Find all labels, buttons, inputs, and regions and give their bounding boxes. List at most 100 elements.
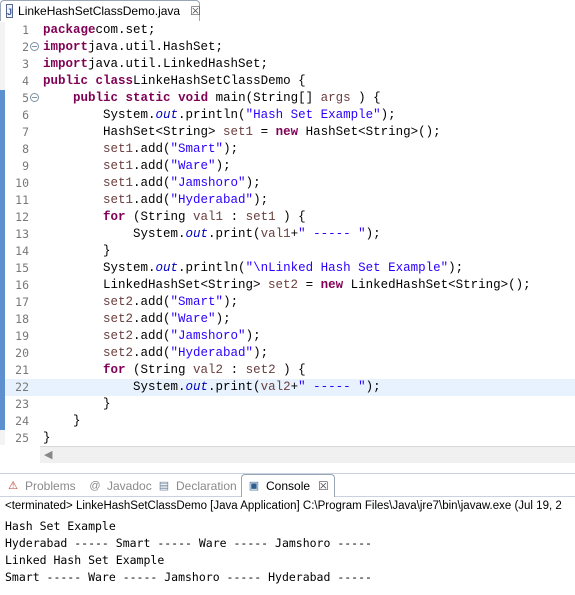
console-icon: ▣ xyxy=(248,480,260,492)
code-line[interactable]: 11 set1.add("Hyderabad"); xyxy=(5,192,575,209)
code-token: import xyxy=(43,57,89,71)
code-token: val1 xyxy=(193,210,224,224)
code-token: .add( xyxy=(133,142,171,156)
fold-toggle-icon[interactable]: − xyxy=(30,93,39,102)
code-token: set1 xyxy=(103,142,134,156)
code-token: ); xyxy=(380,108,396,122)
code-token: .add( xyxy=(133,193,171,207)
line-number: 10 xyxy=(15,176,29,190)
code-text: } xyxy=(43,430,51,447)
console-output[interactable]: Hash Set Example Hyderabad ----- Smart --… xyxy=(0,516,575,595)
code-line[interactable]: 17 set2.add("Smart"); xyxy=(5,294,575,311)
code-line[interactable]: 13 System.out.print(val1+" ----- "); xyxy=(5,226,575,243)
console-output-line: Hyderabad ----- Smart ----- Ware ----- J… xyxy=(5,536,372,550)
code-token: out xyxy=(155,261,179,275)
code-line[interactable]: 2− importjava.util.HashSet; xyxy=(5,39,575,56)
horizontal-scrollbar[interactable]: ◀ xyxy=(40,446,575,464)
fold-toggle-icon[interactable]: − xyxy=(30,42,39,51)
code-line[interactable]: 21 for (String val2 : set2 ) { xyxy=(5,362,575,379)
code-token: "Jamshoro" xyxy=(170,176,246,190)
code-token: ) { xyxy=(350,91,381,105)
tab-javadoc-label: Javadoc xyxy=(107,478,152,493)
code-line[interactable]: 15 System.out.println("\nLinked Hash Set… xyxy=(5,260,575,277)
code-line[interactable]: 6 System.out.println("Hash Set Example")… xyxy=(5,107,575,124)
tab-javadoc[interactable]: @ Javadoc xyxy=(88,474,152,497)
code-token: .add( xyxy=(133,346,171,360)
code-token: "Smart" xyxy=(170,142,224,156)
code-token: .print( xyxy=(208,380,261,394)
code-token: for xyxy=(103,210,126,224)
tab-declaration[interactable]: ▤ Declaration xyxy=(157,474,237,497)
code-token: ); xyxy=(448,261,464,275)
code-token: LinkedHashSet<String> xyxy=(103,278,269,292)
code-text: System.out.println("\nLinked Hash Set Ex… xyxy=(43,260,463,277)
code-token: ); xyxy=(245,176,261,190)
code-token: new xyxy=(275,125,299,139)
tab-console[interactable]: ▣ Console ☒ xyxy=(241,474,335,497)
code-text: } xyxy=(43,413,81,430)
line-number: 16 xyxy=(15,278,29,292)
code-text: public static void main(String[] args ) … xyxy=(43,90,381,107)
code-line[interactable]: 24 } xyxy=(5,413,575,430)
line-number: 19 xyxy=(15,329,29,343)
code-token: out xyxy=(185,227,209,241)
code-token: ); xyxy=(365,380,381,394)
code-line[interactable]: 5− public static void main(String[] args… xyxy=(5,90,575,107)
code-token: "Hyderabad" xyxy=(170,346,254,360)
code-line[interactable]: 4 public classLinkeHashSetClassDemo { xyxy=(5,73,575,90)
code-token: "Hyderabad" xyxy=(170,193,254,207)
code-token: .print( xyxy=(208,227,261,241)
scroll-left-icon[interactable]: ◀ xyxy=(44,448,52,461)
code-token: static xyxy=(125,91,171,105)
code-token: ); xyxy=(253,193,269,207)
code-line[interactable]: 14 } xyxy=(5,243,575,260)
tab-problems[interactable]: ⚠ Problems xyxy=(6,474,76,497)
editor-tab[interactable]: J LinkeHashSetClassDemo.java ☒ xyxy=(0,0,201,21)
code-token: : xyxy=(223,363,246,377)
code-token: + xyxy=(290,380,299,394)
code-line[interactable]: 23 } xyxy=(5,396,575,413)
close-icon[interactable]: ☒ xyxy=(318,479,329,493)
line-number: 4 xyxy=(22,74,29,88)
code-token: .add( xyxy=(133,176,171,190)
code-token: set1 xyxy=(245,210,276,224)
code-token: for xyxy=(103,363,126,377)
code-token: (String xyxy=(125,210,194,224)
code-token: ) { xyxy=(275,210,306,224)
code-line[interactable]: 8 set1.add("Smart"); xyxy=(5,141,575,158)
code-text: for (String val2 : set2 ) { xyxy=(43,362,306,379)
code-line[interactable]: 20 set2.add("Hyderabad"); xyxy=(5,345,575,362)
panel-separator xyxy=(0,463,575,473)
code-line[interactable]: 3 importjava.util.LinkedHashSet; xyxy=(5,56,575,73)
code-editor[interactable]: 1 packagecom.set; 2− importjava.util.HashSe… xyxy=(0,22,575,445)
code-line[interactable]: 16 LinkedHashSet<String> set2 = new Link… xyxy=(5,277,575,294)
code-line[interactable]: 7 HashSet<String> set1 = new HashSet<Str… xyxy=(5,124,575,141)
code-line[interactable]: 9 set1.add("Ware"); xyxy=(5,158,575,175)
code-line[interactable]: 25} xyxy=(5,430,575,447)
code-line[interactable]: 19 set2.add("Jamshoro"); xyxy=(5,328,575,345)
code-token: ); xyxy=(223,142,239,156)
code-text: set1.add("Hyderabad"); xyxy=(43,192,268,209)
code-token: .add( xyxy=(133,159,171,173)
line-number: 21 xyxy=(15,363,29,377)
code-text: set2.add("Ware"); xyxy=(43,311,231,328)
code-token: } xyxy=(103,397,111,411)
code-line[interactable]: 22 System.out.print(val2+" ----- "); xyxy=(5,379,575,396)
code-line[interactable]: 18 set2.add("Ware"); xyxy=(5,311,575,328)
code-token: ); xyxy=(215,159,231,173)
code-token: "Smart" xyxy=(170,295,224,309)
code-token: "Ware" xyxy=(170,159,216,173)
code-text: } xyxy=(43,396,111,413)
tab-declaration-label: Declaration xyxy=(176,478,237,493)
line-number: 15 xyxy=(15,261,29,275)
code-token: : xyxy=(223,210,246,224)
code-text: set2.add("Jamshoro"); xyxy=(43,328,261,345)
code-line[interactable]: 1 packagecom.set; xyxy=(5,22,575,39)
code-text: importjava.util.LinkedHashSet; xyxy=(43,56,268,73)
code-line[interactable]: 12 for (String val1 : set1 ) { xyxy=(5,209,575,226)
code-line[interactable]: 10 set1.add("Jamshoro"); xyxy=(5,175,575,192)
close-icon[interactable]: ☒ xyxy=(190,4,201,18)
code-token: } xyxy=(73,414,81,428)
